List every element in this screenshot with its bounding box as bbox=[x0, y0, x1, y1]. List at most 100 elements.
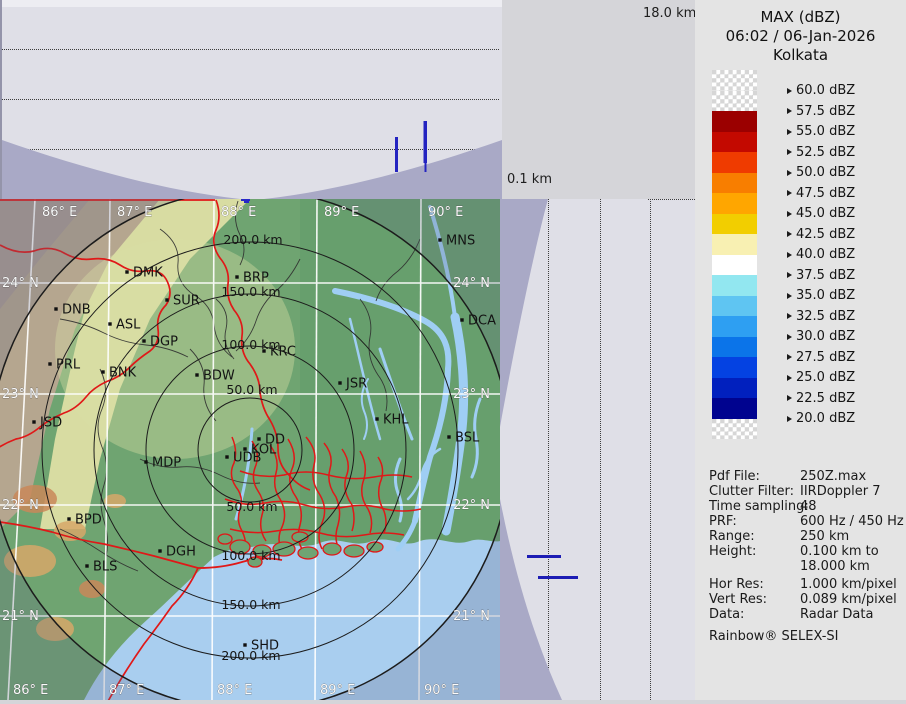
info-row: Height:0.100 km to bbox=[709, 544, 904, 559]
range-ring-label: 100.0 km bbox=[221, 548, 280, 563]
dbz-tick: 40.0 dBZ bbox=[787, 248, 855, 262]
dbz-tick: 47.5 dBZ bbox=[787, 186, 855, 200]
tick-arrow-icon bbox=[787, 88, 792, 94]
dbz-color-cell bbox=[712, 357, 757, 378]
dbz-tick-label: 20.0 dBZ bbox=[796, 411, 855, 426]
meridian-label: 88° E bbox=[221, 205, 256, 220]
legend-panel: MAX (dBZ) 06:02 / 06-Jan-2026 Kolkata 60… bbox=[695, 0, 906, 700]
info-label: Vert Res: bbox=[709, 592, 767, 607]
station-dot bbox=[101, 370, 104, 373]
station-label: DMK bbox=[133, 266, 163, 281]
beyond-range-wing-top bbox=[500, 199, 548, 427]
range-ring-label: 150.0 km bbox=[221, 284, 280, 299]
dbz-color-cell bbox=[712, 111, 757, 132]
info-label: Hor Res: bbox=[709, 577, 764, 592]
tick-arrow-icon bbox=[787, 354, 792, 360]
info-label: Range: bbox=[709, 529, 755, 544]
dbz-tick-label: 37.5 dBZ bbox=[796, 268, 855, 283]
station-label: SHD bbox=[251, 639, 279, 654]
meridian-label: 86° E bbox=[13, 683, 48, 698]
tick-arrow-icon bbox=[787, 211, 792, 217]
parallel-label: 22° N bbox=[453, 498, 490, 513]
dbz-tick: 60.0 dBZ bbox=[787, 84, 855, 98]
station-label: BPD bbox=[75, 513, 102, 528]
info-row: Time sampling:48 bbox=[709, 499, 904, 514]
station-label: MDP bbox=[152, 456, 181, 471]
vertical-projection-right-panel[interactable] bbox=[500, 199, 695, 700]
dbz-color-cell bbox=[712, 214, 757, 235]
station-dot bbox=[125, 270, 128, 273]
station-dot bbox=[447, 435, 450, 438]
tick-arrow-icon bbox=[787, 334, 792, 340]
station-dot bbox=[142, 339, 145, 342]
dbz-color-cell bbox=[712, 337, 757, 358]
station-label: DGP bbox=[150, 335, 178, 350]
dbz-tick-label: 22.5 dBZ bbox=[796, 391, 855, 406]
tick-arrow-icon bbox=[787, 190, 792, 196]
dbz-tick-label: 45.0 dBZ bbox=[796, 206, 855, 221]
beyond-range-wing-left bbox=[2, 140, 240, 199]
dbz-tick: 55.0 dBZ bbox=[787, 125, 855, 139]
station-label: MNS bbox=[446, 234, 475, 249]
info-value: 250 km bbox=[800, 529, 849, 544]
range-ring-label: 50.0 km bbox=[226, 382, 277, 397]
tick-arrow-icon bbox=[787, 416, 792, 422]
meridian-label: 89° E bbox=[320, 683, 355, 698]
dbz-tick: 37.5 dBZ bbox=[787, 268, 855, 282]
dbz-tick-label: 50.0 dBZ bbox=[796, 165, 855, 180]
station-label: KHL bbox=[383, 413, 409, 428]
station-label: ASL bbox=[116, 318, 141, 333]
station-label: BDW bbox=[203, 369, 235, 384]
station-dot bbox=[32, 420, 35, 423]
dbz-tick: 20.0 dBZ bbox=[787, 412, 855, 426]
station-dot bbox=[225, 455, 228, 458]
station-dot bbox=[235, 275, 238, 278]
beyond-range-wing-right bbox=[264, 140, 502, 199]
info-row: Vert Res:0.089 km/pixel bbox=[709, 592, 904, 607]
station-label: JSD bbox=[39, 416, 62, 431]
tick-arrow-icon bbox=[787, 149, 792, 155]
dbz-tick: 45.0 dBZ bbox=[787, 207, 855, 221]
dbz-tick-label: 40.0 dBZ bbox=[796, 247, 855, 262]
tick-arrow-icon bbox=[787, 129, 792, 135]
radar-map-canvas[interactable]: 200.0 km150.0 km100.0 km50.0 km50.0 km10… bbox=[0, 199, 500, 700]
dbz-color-cell bbox=[712, 152, 757, 173]
station-label: UDB bbox=[233, 451, 261, 466]
station-dot bbox=[48, 362, 51, 365]
dbz-tick-label: 27.5 dBZ bbox=[796, 350, 855, 365]
dbz-color-cell bbox=[712, 193, 757, 214]
dbz-tick: 52.5 dBZ bbox=[787, 145, 855, 159]
parallel-label: 21° N bbox=[453, 609, 490, 624]
station-label: DGH bbox=[166, 545, 196, 560]
tick-arrow-icon bbox=[787, 375, 792, 381]
info-label: Time sampling: bbox=[709, 499, 809, 514]
meridian-label: 88° E bbox=[217, 683, 252, 698]
dbz-tick-label: 42.5 dBZ bbox=[796, 227, 855, 242]
info-value: 48 bbox=[800, 499, 817, 514]
station-dot bbox=[54, 307, 57, 310]
station-dot bbox=[195, 373, 198, 376]
dbz-tick-label: 47.5 dBZ bbox=[796, 186, 855, 201]
dbz-color-cell bbox=[712, 419, 757, 440]
dbz-tick-label: 32.5 dBZ bbox=[796, 309, 855, 324]
parallel-label: 23° N bbox=[453, 387, 490, 402]
dbz-tick: 32.5 dBZ bbox=[787, 309, 855, 323]
dbz-color-cell bbox=[712, 316, 757, 337]
dbz-color-cell bbox=[712, 398, 757, 419]
dbz-tick: 30.0 dBZ bbox=[787, 330, 855, 344]
dbz-color-cell bbox=[712, 255, 757, 276]
parallel-label: 21° N bbox=[2, 609, 39, 624]
station-dot bbox=[338, 381, 341, 384]
dbz-tick-label: 52.5 dBZ bbox=[796, 145, 855, 160]
dbz-tick-label: 35.0 dBZ bbox=[796, 288, 855, 303]
station-dot bbox=[460, 318, 463, 321]
vertical-projection-top-panel[interactable] bbox=[0, 0, 502, 199]
meridian-label: 87° E bbox=[109, 683, 144, 698]
product-info-rows: Pdf File:250Z.maxClutter Filter:IIRDoppl… bbox=[709, 469, 904, 622]
dbz-tick: 35.0 dBZ bbox=[787, 289, 855, 303]
dbz-tick-label: 30.0 dBZ bbox=[796, 329, 855, 344]
station-label: BNK bbox=[109, 366, 137, 381]
tick-arrow-icon bbox=[787, 231, 792, 237]
dbz-color-cell bbox=[712, 378, 757, 399]
station-label: BSL bbox=[455, 431, 480, 446]
